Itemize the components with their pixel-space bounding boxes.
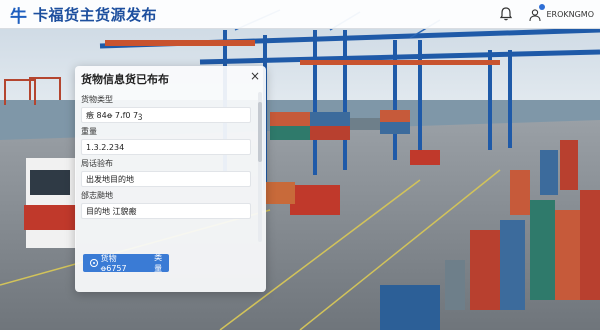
field-label: 货物类型 [81, 95, 113, 104]
origin-input[interactable]: 出发地目的地 [81, 171, 251, 187]
notification-badge [539, 4, 546, 10]
cargo-info-dialog: 货物信息货已布布 × 货物类型 㿂 84ꝋ 7،f0 7ꝫ 重量 1.3.2.2… [75, 66, 266, 292]
user-menu[interactable]: EROKNGMO [528, 4, 594, 22]
destination-input[interactable]: 目的地 江貌瘢 [81, 203, 251, 219]
publish-button-suffix: 类量 [154, 253, 163, 273]
dialog-title: 货物信息货已布布 [81, 73, 169, 86]
dialog-header: 货物信息货已布布 × [75, 66, 266, 88]
app-title: 卡福货主货源发布 [33, 5, 158, 24]
user-icon [528, 4, 546, 22]
cargo-type-input[interactable]: 㿂 84ꝋ 7،f0 7ꝫ [81, 107, 251, 123]
header-actions: EROKNGMO [498, 0, 594, 28]
weight-input[interactable]: 1.3.2.234 [81, 139, 251, 155]
logo-mark: 牛 [10, 6, 27, 27]
field-label: 局话验布 [81, 159, 113, 168]
scrollbar-thumb[interactable] [258, 102, 262, 162]
field-label: 邰志颱地 [81, 191, 113, 200]
cargo-type-field: 货物类型 㿂 84ꝋ 7،f0 7ꝫ [81, 94, 257, 123]
publish-button[interactable]: 货物 ꝋ6757 类量 [83, 253, 169, 273]
top-navigation-bar: 牛 卡福货主货源发布 EROKNGMO [0, 0, 600, 29]
publish-button-label: 货物 ꝋ6757 [100, 254, 127, 273]
origin-field: 局话验布 出发地目的地 [81, 158, 257, 187]
weight-field: 重量 1.3.2.234 [81, 126, 257, 155]
app-logo[interactable]: 牛 卡福货主货源发布 [10, 2, 157, 27]
field-label: 重量 [81, 127, 97, 136]
destination-field: 邰志颱地 目的地 江貌瘢 [81, 190, 257, 219]
target-icon [90, 259, 98, 267]
bell-icon[interactable] [498, 6, 514, 22]
username: EROKNGMO [546, 9, 594, 19]
dialog-scrollbar[interactable] [258, 92, 262, 242]
dialog-form: 货物类型 㿂 84ꝋ 7،f0 7ꝫ 重量 1.3.2.234 局话验布 出发地… [81, 94, 257, 222]
close-icon[interactable]: × [249, 70, 261, 82]
